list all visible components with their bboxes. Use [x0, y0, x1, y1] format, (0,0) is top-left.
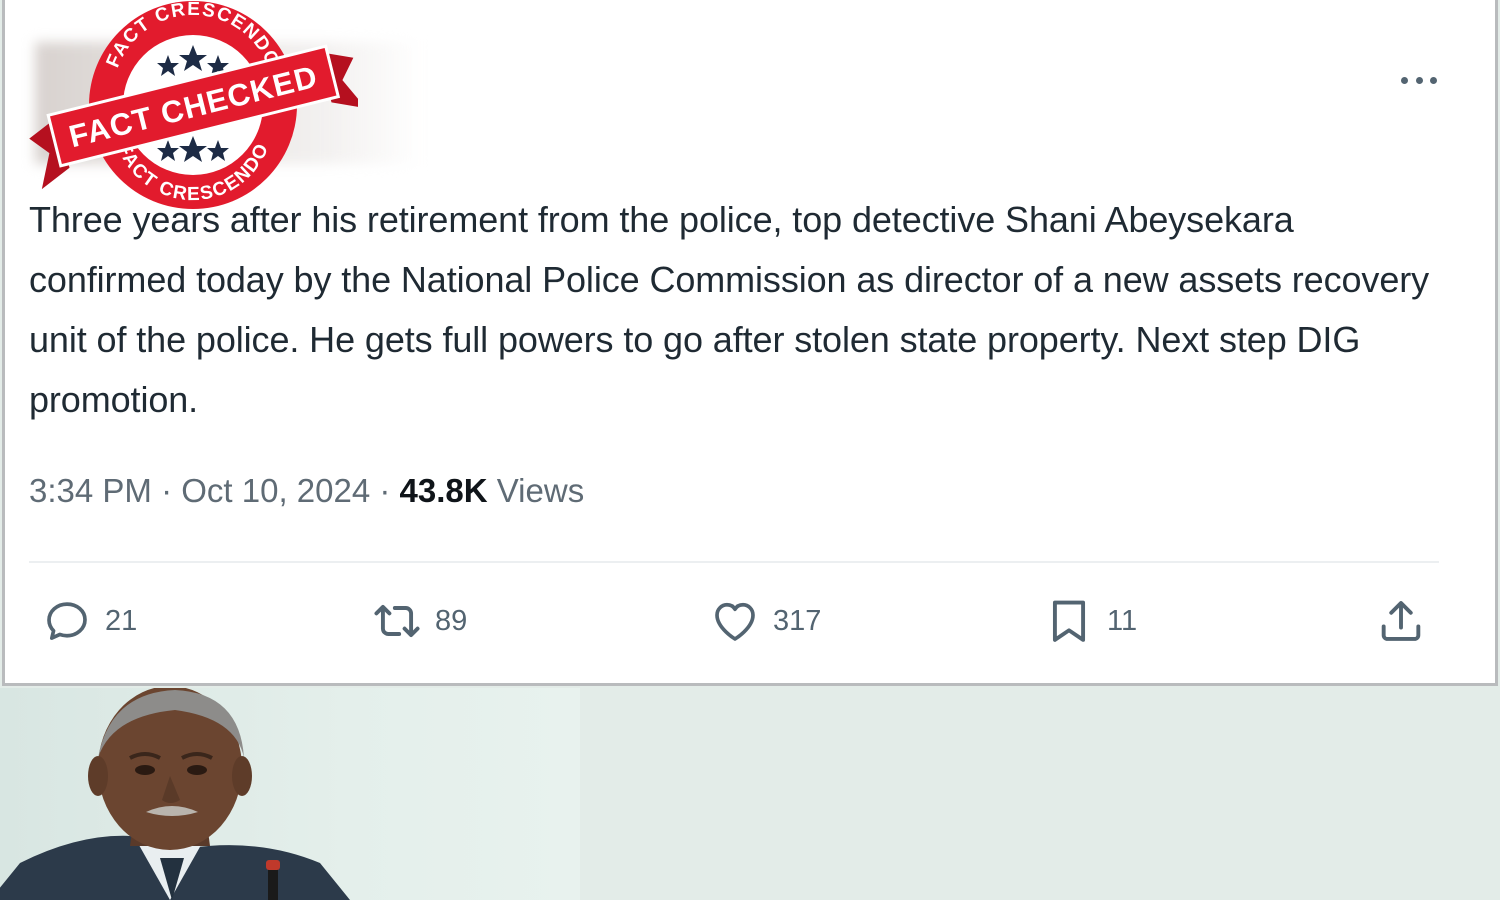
share-button[interactable]: [1375, 592, 1427, 650]
fact-checked-stamp: FACT CRESCENDO FACT CRESCENDO FACT CHECK…: [29, 0, 358, 209]
like-count: 317: [773, 604, 822, 637]
views-label: Views: [496, 472, 585, 509]
reply-count: 21: [105, 604, 138, 637]
views-count: 43.8K: [399, 472, 488, 509]
retweet-count: 89: [435, 604, 468, 637]
bookmark-icon: [1052, 600, 1086, 642]
retweet-button[interactable]: 89: [371, 592, 467, 650]
tweet-text: Three years after his retirement from th…: [29, 199, 1430, 420]
person-illustration: [0, 688, 350, 900]
like-button[interactable]: 317: [709, 592, 821, 650]
more-horizontal-icon[interactable]: [1397, 66, 1441, 94]
meta-separator: ·: [151, 472, 182, 509]
bookmark-button[interactable]: 11: [1043, 592, 1137, 650]
divider: [29, 561, 1439, 563]
tweet-date[interactable]: Oct 10, 2024: [181, 472, 370, 509]
person-photo: [0, 688, 580, 900]
tweet-time[interactable]: 3:34 PM: [29, 472, 152, 509]
heart-icon: [715, 602, 755, 641]
retweet-icon: [374, 604, 420, 638]
reply-button[interactable]: 21: [41, 592, 137, 650]
meta-separator: ·: [370, 472, 400, 509]
share-icon: [1381, 601, 1421, 641]
bookmark-count: 11: [1107, 604, 1138, 637]
reply-icon: [47, 602, 87, 640]
tweet-meta: 3:34 PM · Oct 10, 2024 · 43.8K Views: [29, 472, 584, 510]
